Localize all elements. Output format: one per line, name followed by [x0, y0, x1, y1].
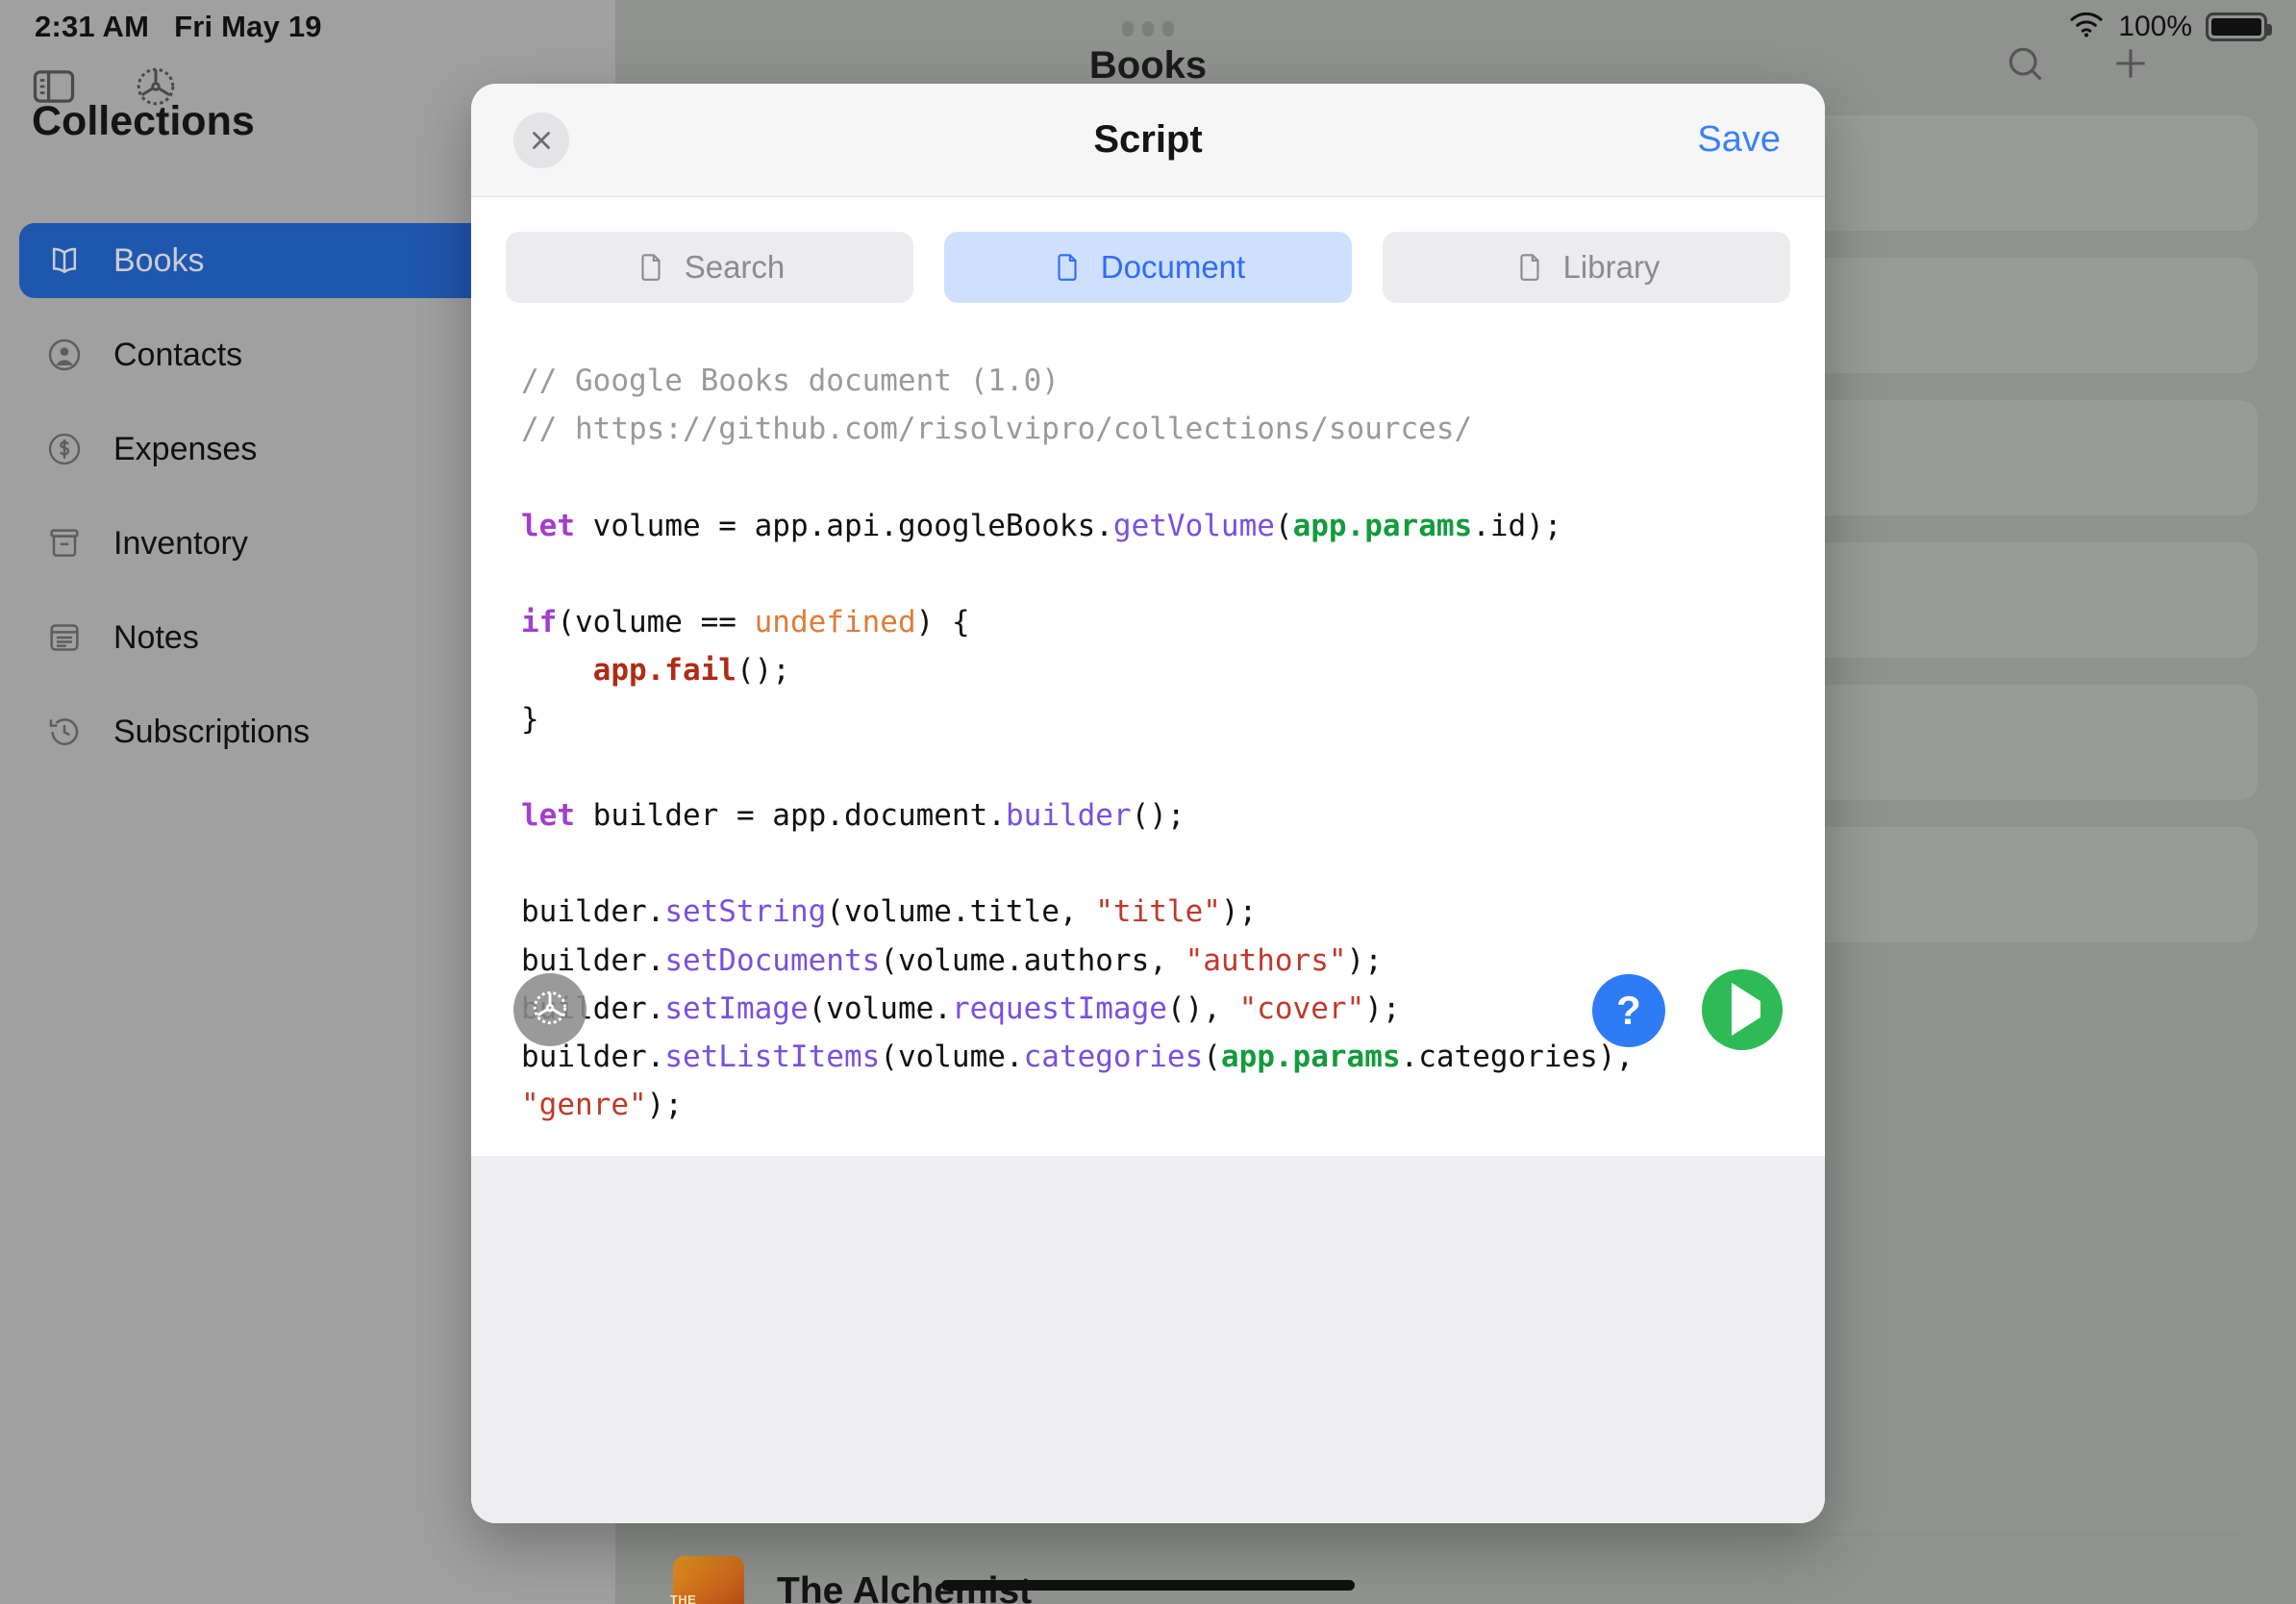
home-indicator[interactable] — [941, 1580, 1355, 1591]
close-button[interactable] — [513, 112, 569, 168]
status-bar: 2:31 AM Fri May 19 100% — [0, 0, 2296, 54]
sidebar-item-label: Subscriptions — [113, 713, 311, 750]
source-tab-bar: Search Document Library — [471, 197, 1825, 314]
clock-arrow-icon — [44, 712, 85, 752]
divider — [673, 1534, 2238, 1536]
status-date: Fri May 19 — [174, 10, 322, 43]
question-mark-icon: ? — [1616, 988, 1641, 1033]
book-cover-thumbnail: THE ALCHEMIST — [670, 1556, 744, 1604]
person-circle-icon — [44, 335, 85, 375]
sidebar-item-label: Inventory — [113, 524, 248, 562]
save-button[interactable]: Save — [1697, 119, 1781, 161]
code-text[interactable]: // Google Books document (1.0) // https:… — [521, 357, 1775, 1130]
battery-full-icon — [2206, 13, 2272, 41]
gear-icon[interactable] — [131, 62, 181, 116]
tab-search[interactable]: Search — [506, 232, 913, 303]
run-fab[interactable] — [1702, 969, 1783, 1050]
tab-label: Search — [684, 249, 786, 285]
modal-title: Script — [1093, 118, 1203, 161]
wifi-icon — [2068, 11, 2105, 44]
document-icon — [1051, 251, 1084, 284]
settings-fab[interactable] — [513, 973, 586, 1046]
help-fab[interactable]: ? — [1592, 974, 1665, 1047]
tab-document[interactable]: Document — [944, 232, 1352, 303]
sidebar-item-label: Contacts — [113, 336, 243, 373]
sidebar-toggle-icon[interactable] — [29, 62, 79, 116]
dollar-circle-icon — [44, 429, 85, 469]
modal-header: Script Save — [471, 84, 1825, 197]
status-time: 2:31 AM — [35, 10, 150, 43]
sidebar-item-label: Books — [113, 241, 205, 279]
document-icon — [635, 251, 667, 284]
modal-bottom-panel — [471, 1156, 1825, 1523]
document-icon — [1513, 251, 1546, 284]
tab-label: Document — [1100, 249, 1246, 285]
tab-library[interactable]: Library — [1383, 232, 1790, 303]
sidebar-item-label: Notes — [113, 618, 199, 656]
ipad-screen: Books THE ALCHEMIST The Alch — [0, 0, 2296, 1604]
tab-label: Library — [1562, 249, 1660, 285]
gear-icon — [528, 986, 572, 1035]
play-icon — [1724, 983, 1760, 1036]
battery-percent: 100% — [2118, 11, 2192, 42]
archivebox-icon — [44, 523, 85, 564]
sidebar-toolbar — [29, 62, 181, 116]
script-modal: Script Save Search Document Library // G… — [471, 84, 1825, 1523]
note-icon — [44, 617, 85, 658]
sidebar-item-label: Expenses — [113, 430, 258, 467]
book-icon — [44, 240, 85, 281]
